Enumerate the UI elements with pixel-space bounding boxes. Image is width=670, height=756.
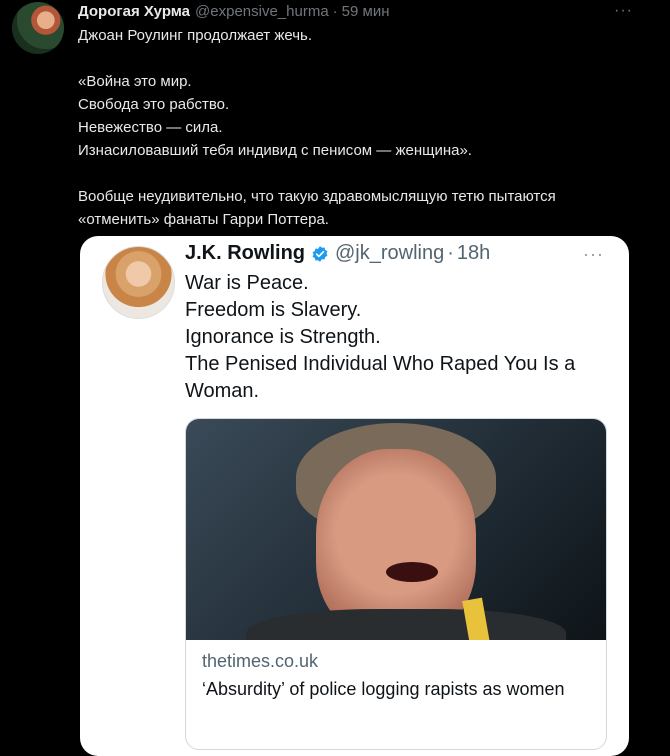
tweet-line: Невежество — сила. [78,119,223,136]
quoted-line: Freedom is Slavery. [185,299,362,321]
more-options-icon[interactable]: ··· [614,2,633,20]
quoted-tweet-text: War is Peace. Freedom is Slavery. Ignora… [185,270,605,405]
quoted-more-options-icon[interactable]: ··· [583,244,604,265]
quoted-line: The Penised Individual Who Raped You Is … [185,353,576,375]
link-domain[interactable]: thetimes.co.uk [202,651,318,672]
link-title[interactable]: ‘Absurdity’ of police logging rapists as… [202,677,592,701]
link-preview-image[interactable] [186,419,606,640]
quoted-tweet-timestamp[interactable]: 18h [457,242,490,265]
link-preview-card[interactable]: thetimes.co.uk ‘Absurdity’ of police log… [185,418,607,750]
quoted-tweet-header: J.K. Rowling @jk_rowling · 18h [185,242,490,265]
quoted-author-name[interactable]: J.K. Rowling [185,242,305,265]
tweet-line: Свобода это рабство. [78,96,230,113]
tweet-timestamp[interactable]: 59 мин [342,3,390,20]
quoted-line: Ignorance is Strength. [185,326,381,348]
photo-suit [246,609,566,640]
quoted-author-handle[interactable]: @jk_rowling [335,242,444,265]
tweet-line: «Война это мир. [78,73,192,90]
photo-mouth [386,562,438,582]
author-handle[interactable]: @expensive_hurma [195,3,329,20]
tweet-line: Джоан Роулинг продолжает жечь. [78,27,313,44]
quoted-line: Woman. [185,380,260,402]
quoted-author-avatar[interactable] [102,246,175,319]
quoted-line: War is Peace. [185,272,309,294]
verified-badge-icon [312,245,328,262]
author-avatar[interactable] [12,2,64,54]
tweet-line: Вообще неудивительно, что такую здравомы… [78,188,556,205]
author-name[interactable]: Дорогая Хурма [78,3,190,20]
tweet-header: Дорогая Хурма @expensive_hurma · 59 мин [78,0,390,22]
tweet-text: Джоан Роулинг продолжает жечь. «Война эт… [78,24,638,231]
tweet-line: «отменить» фанаты Гарри Поттера. [78,211,329,228]
quoted-header-separator: · [447,242,454,264]
tweet-line: Изнасиловавший тебя индивид с пенисом — … [78,142,472,159]
header-separator: · [332,2,338,20]
quoted-tweet[interactable]: J.K. Rowling @jk_rowling · 18h ··· War i… [80,236,629,756]
